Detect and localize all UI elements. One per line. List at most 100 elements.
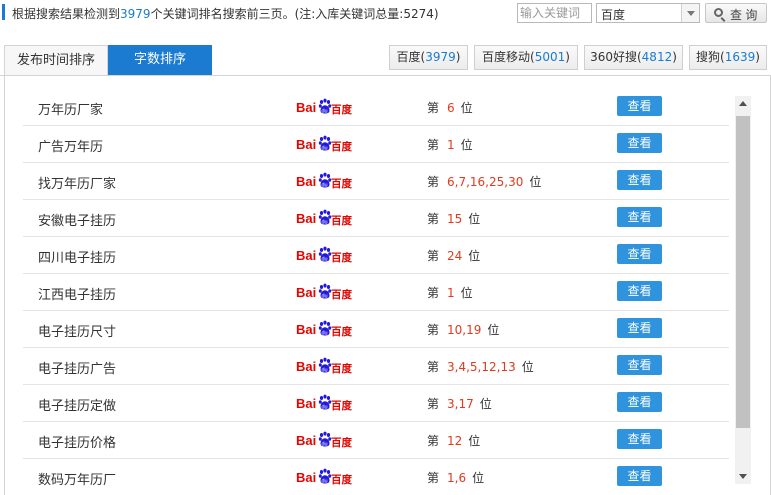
rank-positions: 1,6 — [447, 471, 467, 485]
svg-text:百度: 百度 — [331, 399, 352, 412]
svg-text:Bai: Bai — [296, 285, 316, 300]
table-row: 电子挂历广告 Bai du 百度 第 3,4,5,12,13 位 查看 — [23, 348, 729, 385]
query-button[interactable]: 查 询 — [705, 3, 767, 23]
view-button[interactable]: 查看 — [617, 392, 662, 412]
row-rank: 第 6,7,16,25,30 位 — [427, 175, 542, 189]
rank-positions: 1 — [447, 286, 455, 300]
row-keyword: 电子挂历价格 — [38, 436, 117, 451]
top-bar: 根据搜索结果检测到3979个关键词排名搜索前三页。(注:入库关键词总量:5274… — [0, 0, 771, 28]
scrollbar-thumb[interactable] — [736, 116, 750, 428]
keyword-search-input[interactable] — [517, 3, 592, 23]
svg-text:Bai: Bai — [296, 396, 316, 411]
row-rank: 第1位 — [427, 138, 473, 152]
svg-text:Bai: Bai — [296, 470, 316, 485]
keyword-count: 3979 — [120, 7, 151, 21]
summary-text: 根据搜索结果检测到3979个关键词排名搜索前三页。(注:入库关键词总量:5274… — [12, 7, 439, 21]
tab-word-count-sort[interactable]: 字数排序 — [108, 45, 212, 76]
svg-text:Bai: Bai — [296, 359, 316, 374]
svg-text:百度: 百度 — [331, 214, 352, 227]
table-row: 江西电子挂历 Bai du 百度 第 1 位 查看 — [23, 274, 729, 311]
row-keyword: 四川电子挂历 — [38, 251, 117, 266]
svg-text:du: du — [321, 442, 327, 448]
svg-text:du: du — [321, 109, 327, 115]
view-button[interactable]: 查看 — [617, 281, 662, 301]
view-button[interactable]: 查看 — [617, 207, 662, 227]
title-marker — [2, 4, 5, 20]
baidu-logo-icon: Bai du 百度 — [296, 245, 352, 265]
baidu-logo-icon: Bai du 百度 — [296, 134, 352, 154]
baidu-logo-icon: Bai du 百度 — [296, 356, 352, 376]
svg-text:百度: 百度 — [331, 325, 352, 338]
svg-text:百度: 百度 — [331, 362, 352, 375]
baidu-logo-icon: Bai du 百度 — [296, 430, 352, 450]
rank-positions: 10,19 — [447, 323, 482, 337]
row-rank: 第1位 — [427, 286, 473, 300]
table-row: 万年历厂家 Bai du 百度 第 6 位 查看 — [23, 89, 729, 126]
scroll-down-icon[interactable] — [735, 468, 751, 484]
row-keyword: 万年历厂家 — [38, 103, 104, 118]
row-rank: 第6位 — [427, 101, 473, 115]
view-button[interactable]: 查看 — [617, 96, 662, 116]
svg-text:du: du — [321, 220, 327, 226]
engine-tab-360[interactable]: 360好搜(4812) — [584, 45, 683, 70]
svg-text:Bai: Bai — [296, 174, 316, 189]
search-icon — [714, 8, 723, 17]
view-button[interactable]: 查看 — [617, 355, 662, 375]
baidu-logo-icon: Bai du 百度 — [296, 97, 352, 117]
svg-text:百度: 百度 — [331, 288, 352, 301]
engine-tab-sogou[interactable]: 搜狗(1639) — [689, 45, 767, 70]
svg-text:du: du — [321, 294, 327, 300]
rank-positions: 6 — [447, 101, 455, 115]
rank-positions: 6,7,16,25,30 — [447, 175, 524, 189]
row-rank: 第 15 位 — [427, 212, 481, 226]
table-row: 电子挂历定做 Bai du 百度 第 3,17 位 查看 — [23, 385, 729, 422]
row-rank: 第 3,4,5,12,13 位 — [427, 360, 534, 374]
view-button[interactable]: 查看 — [617, 466, 662, 486]
engine-tab-baidu[interactable]: 百度(3979) — [389, 45, 468, 70]
rank-positions: 1 — [447, 138, 455, 152]
row-rank: 第 24 位 — [427, 249, 481, 263]
svg-text:百度: 百度 — [331, 103, 352, 116]
row-rank: 第 3,17 位 — [427, 397, 492, 411]
engine-select-value: 百度 — [601, 8, 626, 22]
svg-text:百度: 百度 — [331, 436, 352, 449]
row-rank: 第 12 位 — [427, 434, 481, 448]
svg-text:Bai: Bai — [296, 322, 316, 337]
svg-text:du: du — [321, 257, 327, 263]
table-row: 找万年历厂家 Bai du 百度 第 6,7,16,25,30 位 查看 — [23, 163, 729, 200]
svg-text:Bai: Bai — [296, 433, 316, 448]
svg-text:百度: 百度 — [331, 251, 352, 264]
view-button[interactable]: 查看 — [617, 244, 662, 264]
table-row: 电子挂历尺寸 Bai du 百度 第 10,19 位 查看 — [23, 311, 729, 348]
view-button[interactable]: 查看 — [617, 429, 662, 449]
svg-text:du: du — [321, 479, 327, 485]
view-button[interactable]: 查看 — [617, 170, 662, 190]
chevron-down-icon[interactable] — [681, 4, 699, 22]
rank-positions: 3,4,5,12,13 — [447, 360, 516, 374]
rank-positions: 15 — [447, 212, 463, 226]
svg-text:百度: 百度 — [331, 177, 352, 190]
rank-positions: 12 — [447, 434, 463, 448]
row-keyword: 安徽电子挂历 — [38, 214, 117, 229]
engine-tab-baidu-mobile[interactable]: 百度移动(5001) — [474, 45, 578, 70]
baidu-logo-icon: Bai du 百度 — [296, 319, 352, 339]
tab-publish-time-sort[interactable]: 发布时间排序 — [4, 45, 108, 76]
row-rank: 第 1,6 位 — [427, 471, 485, 485]
row-rank: 第 10,19 位 — [427, 323, 500, 337]
svg-text:Bai: Bai — [296, 137, 316, 152]
table-row: 广告万年历 Bai du 百度 第 1 位 查看 — [23, 126, 729, 163]
table-row: 安徽电子挂历 Bai du 百度 第 15 位 查看 — [23, 200, 729, 237]
rank-positions: 3,17 — [447, 397, 474, 411]
baidu-logo-icon: Bai du 百度 — [296, 393, 352, 413]
view-button[interactable]: 查看 — [617, 133, 662, 153]
results-list: 万年历厂家 Bai du 百度第 6 位查看 广告万年历 Bai du 百度第 1 位查看 找万年历厂家… — [23, 89, 729, 495]
svg-text:Bai: Bai — [296, 248, 316, 263]
svg-text:Bai: Bai — [296, 211, 316, 226]
view-button[interactable]: 查看 — [617, 318, 662, 338]
engine-select[interactable]: 百度 — [596, 3, 700, 23]
row-keyword: 电子挂历定做 — [38, 399, 117, 414]
scrollbar[interactable] — [735, 96, 751, 484]
scroll-up-icon[interactable] — [735, 96, 751, 112]
svg-text:du: du — [321, 331, 327, 337]
baidu-logo-icon: Bai du 百度 — [296, 467, 352, 487]
